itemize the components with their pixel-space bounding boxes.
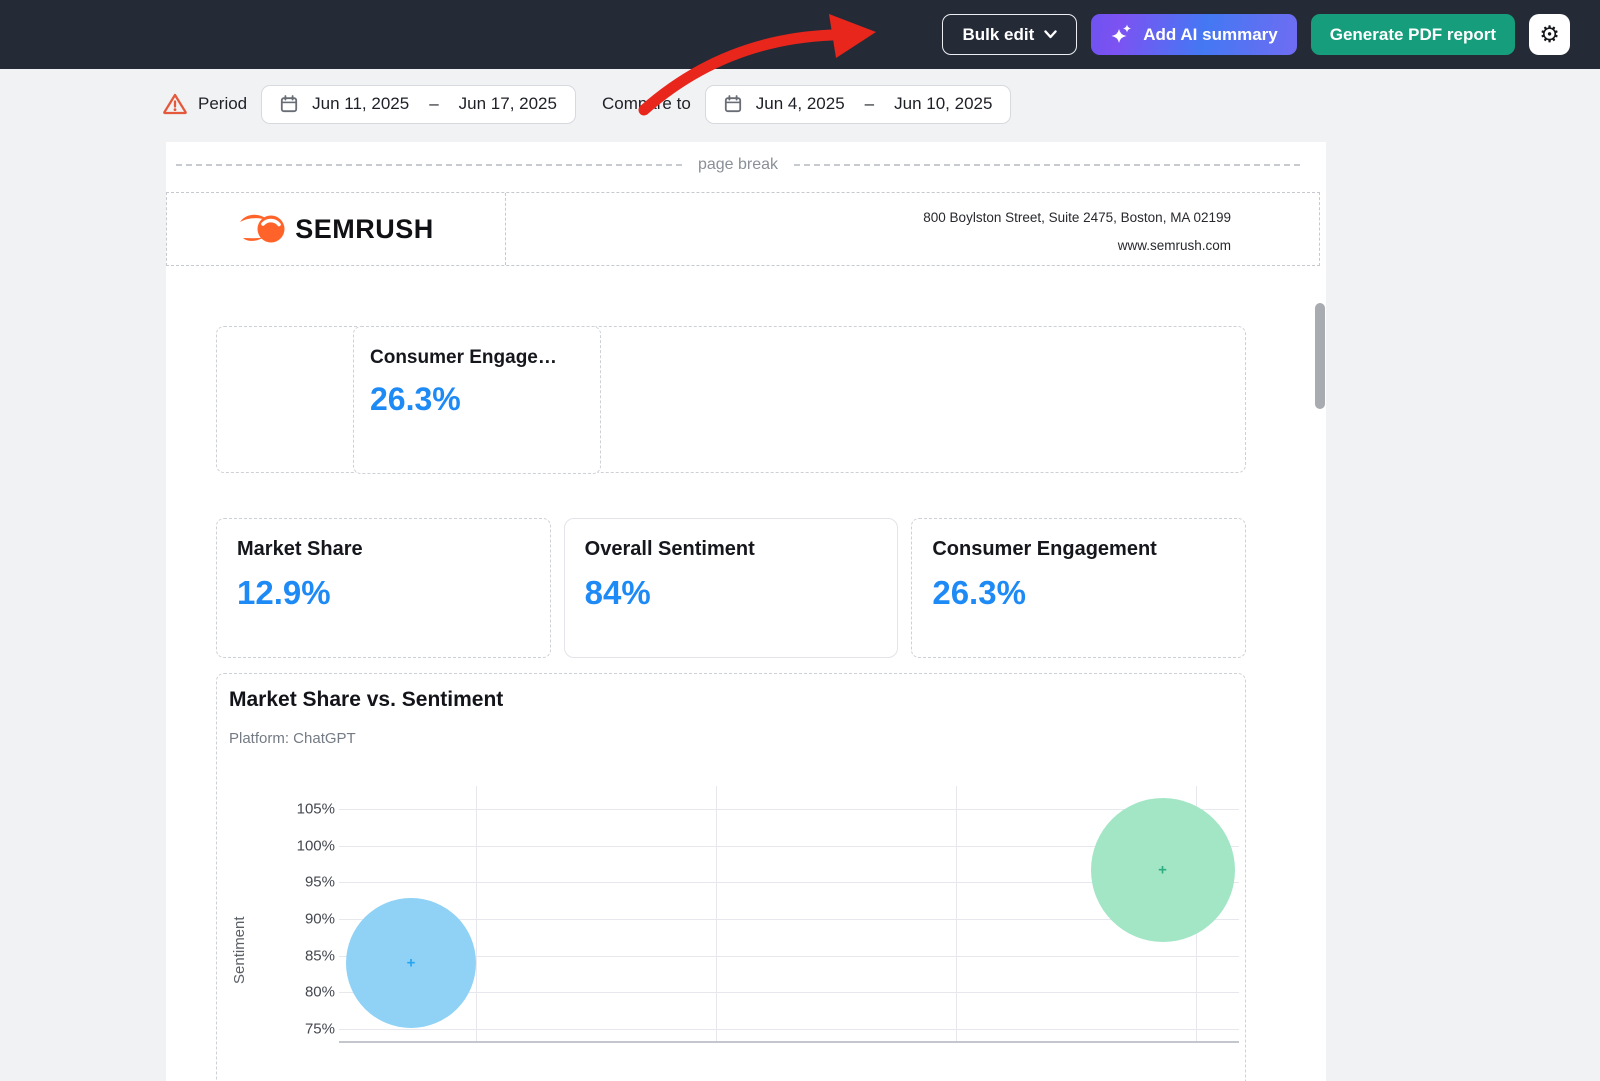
- metric-title: Overall Sentiment: [585, 538, 878, 561]
- x-axis-line: [339, 1041, 1239, 1043]
- v-gridline: [716, 786, 717, 1041]
- bulk-edit-button[interactable]: Bulk edit: [942, 14, 1077, 55]
- widget-title: Consumer Engage…: [370, 347, 584, 369]
- h-gridline: [339, 919, 1239, 920]
- metric-title: Consumer Engagement: [932, 538, 1225, 561]
- generate-pdf-report-button[interactable]: Generate PDF report: [1311, 14, 1515, 55]
- metric-card-consumer-engagement[interactable]: Consumer Engagement 26.3%: [911, 518, 1246, 658]
- canvas-scrollbar-thumb[interactable]: [1315, 303, 1325, 409]
- chart-subtitle: Platform: ChatGPT: [229, 730, 356, 747]
- semrush-logo-icon: [238, 210, 286, 248]
- consumer-engagement-widget[interactable]: Consumer Engage… 26.3%: [353, 326, 601, 474]
- metric-cards-row: Market Share 12.9% Overall Sentiment 84%…: [216, 518, 1246, 658]
- period-bar: Period Jun 11, 2025 – Jun 17, 2025 Compa…: [162, 84, 1011, 124]
- y-tick-label: 80%: [277, 984, 335, 1001]
- warning-icon: [162, 92, 188, 116]
- metric-title: Market Share: [237, 538, 530, 561]
- chart-title: Market Share vs. Sentiment: [229, 688, 503, 712]
- add-ai-summary-label: Add AI summary: [1143, 25, 1277, 45]
- report-builder-screen: Bulk edit Add AI summary Generate PDF re…: [0, 0, 1600, 1081]
- website-line: www.semrush.com: [506, 232, 1231, 260]
- page-break-line: [176, 164, 682, 166]
- address-line: 800 Boylston Street, Suite 2475, Boston,…: [506, 204, 1231, 232]
- period-label: Period: [198, 94, 247, 114]
- brand-cell: SEMRUSH: [167, 193, 506, 265]
- bubble-plot-area: ++: [339, 786, 1239, 1044]
- metric-value: 84%: [585, 574, 878, 612]
- metric-card-market-share[interactable]: Market Share 12.9%: [216, 518, 551, 658]
- period-end-date: Jun 17, 2025: [459, 94, 557, 114]
- y-tick-label: 100%: [277, 837, 335, 854]
- chevron-down-icon: [1044, 30, 1057, 39]
- company-address-cell: 800 Boylston Street, Suite 2475, Boston,…: [506, 193, 1319, 265]
- sparkles-icon: [1110, 23, 1133, 46]
- bulk-edit-label: Bulk edit: [962, 25, 1034, 45]
- y-tick-label: 90%: [277, 911, 335, 928]
- v-gridline: [956, 786, 957, 1041]
- h-gridline: [339, 1029, 1239, 1030]
- y-tick-label: 105%: [277, 801, 335, 818]
- brand-wordmark: SEMRUSH: [295, 214, 434, 245]
- y-axis-label: Sentiment: [231, 834, 248, 984]
- v-gridline: [476, 786, 477, 1041]
- report-canvas: page break SEMRUSH 800 Boylston Street, …: [166, 142, 1326, 1081]
- widget-value: 26.3%: [370, 381, 584, 418]
- date-range-separator: –: [429, 94, 438, 114]
- metric-value: 12.9%: [237, 574, 530, 612]
- compare-end-date: Jun 10, 2025: [894, 94, 992, 114]
- generate-pdf-report-label: Generate PDF report: [1330, 25, 1496, 45]
- page-break-line: [794, 164, 1300, 166]
- page-break-divider: page break: [176, 152, 1300, 178]
- bubble-center-marker: +: [1158, 862, 1167, 877]
- metric-value: 26.3%: [932, 574, 1225, 612]
- y-tick-label: 95%: [277, 874, 335, 891]
- period-start-date: Jun 11, 2025: [312, 94, 409, 114]
- y-tick-label: 75%: [277, 1021, 335, 1038]
- add-ai-summary-button[interactable]: Add AI summary: [1091, 14, 1296, 55]
- page-break-label: page break: [682, 156, 794, 174]
- market-share-vs-sentiment-widget[interactable]: Market Share vs. Sentiment Platform: Cha…: [216, 673, 1246, 1081]
- report-header-widget[interactable]: SEMRUSH 800 Boylston Street, Suite 2475,…: [166, 192, 1320, 266]
- gear-icon: ⚙: [1539, 23, 1560, 46]
- y-tick-label: 85%: [277, 947, 335, 964]
- h-gridline: [339, 992, 1239, 993]
- h-gridline: [339, 809, 1239, 810]
- annotation-arrow: [626, 12, 882, 118]
- period-date-picker[interactable]: Jun 11, 2025 – Jun 17, 2025: [261, 85, 576, 124]
- settings-button[interactable]: ⚙: [1529, 14, 1570, 55]
- widget-row-container: Consumer Engage… 26.3%: [216, 326, 1246, 473]
- metric-card-overall-sentiment[interactable]: Overall Sentiment 84%: [564, 518, 899, 658]
- bubble-center-marker: +: [407, 956, 416, 971]
- calendar-icon: [280, 95, 298, 113]
